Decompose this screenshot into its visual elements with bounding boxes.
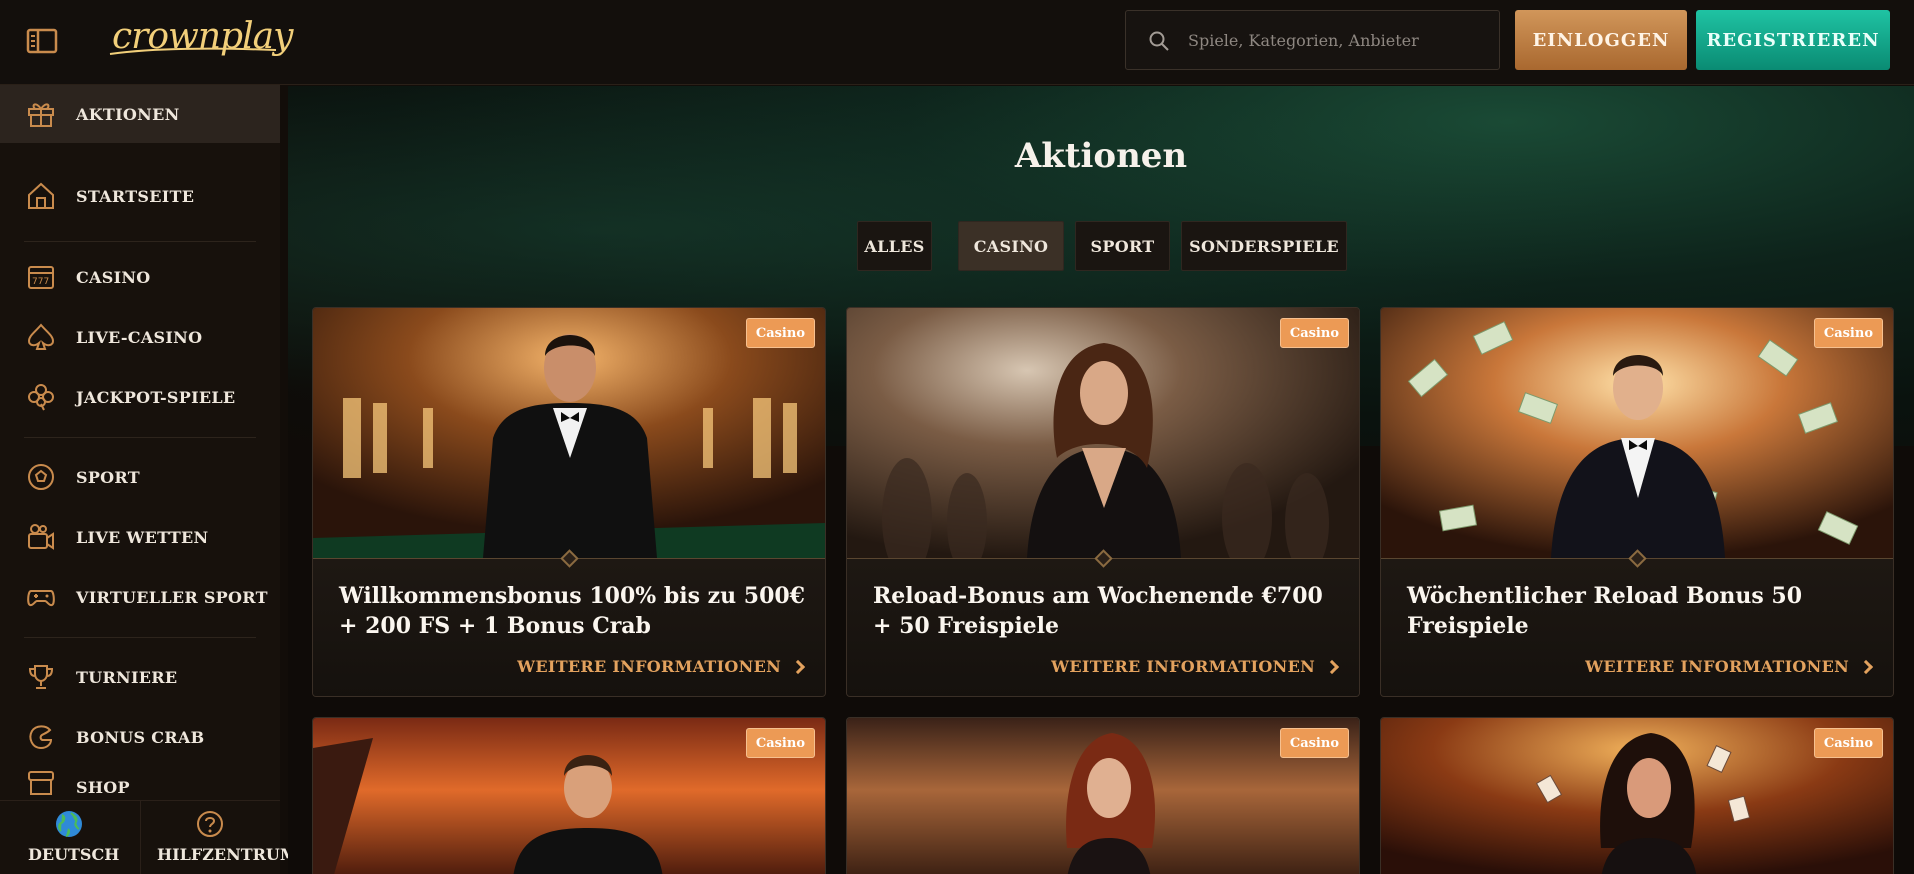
more-info-link[interactable]: WEITERE INFORMATIONEN [1051,657,1340,676]
category-badge: Casino [1813,318,1883,348]
sidebar-item-label: AKTIONEN [76,104,180,124]
sidebar-divider [24,437,256,438]
card-title: Reload-Bonus am Wochenende €700 + 50 Fre… [873,583,1323,639]
sidebar-item-label: JACKPOT-SPIELE [76,387,236,407]
category-badge: Casino [745,728,815,758]
sidebar-toggle-icon[interactable] [26,28,58,54]
sidebar-item-label: LIVE WETTEN [76,527,209,547]
clover-icon [28,384,54,411]
category-badge: Casino [1813,728,1883,758]
sidebar-divider [24,241,256,242]
chevron-right-icon [1858,659,1874,674]
search-icon [1149,31,1169,51]
home-icon [28,182,54,209]
language-label: DEUTSCH [28,845,120,864]
card-title: Willkommensbonus 100% bis zu 500€ + 200 … [339,583,805,639]
promo-card[interactable]: Casino Willkommensbonus 100% bis zu 500€… [312,307,826,697]
promo-card[interactable]: Casino Reload-Bonus am Wochenende €700 +… [846,307,1360,697]
tab-alles[interactable]: ALLES [857,221,932,271]
chevron-right-icon [1324,659,1340,674]
card-title: Wöchentlicher Reload Bonus 50 Freispiele [1407,583,1803,639]
card-body: Willkommensbonus 100% bis zu 500€ + 200 … [313,549,825,696]
more-info-link[interactable]: WEITERE INFORMATIONEN [1585,657,1874,676]
trophy-icon [28,665,54,689]
page-title: Aktionen [1014,136,1188,176]
more-info-label: WEITERE INFORMATIONEN [1051,657,1315,676]
more-info-label: WEITERE INFORMATIONEN [1585,657,1849,676]
tab-sonderspiele[interactable]: SONDERSPIELE [1181,221,1347,271]
top-header: crownplay Spiele, Kategorien, Anbieter E… [0,0,1914,85]
search-input[interactable]: Spiele, Kategorien, Anbieter [1125,10,1500,70]
more-info-link[interactable]: WEITERE INFORMATIONEN [517,657,806,676]
language-selector[interactable]: DEUTSCH [0,801,140,874]
globe-icon [56,811,82,837]
chevron-right-icon [790,659,806,674]
promo-card[interactable]: Casino Wöchentlicher Reload Bonus 50 Fre… [1380,307,1894,697]
sidebar-item-label: SPORT [76,467,140,487]
help-center-label: HILFZENTRUM [157,845,298,864]
footer-divider [140,800,141,874]
sidebar-item-shop[interactable]: SHOP [0,768,280,802]
sidebar-item-label: SHOP [76,778,130,797]
register-button[interactable]: REGISTRIEREN [1696,10,1890,70]
help-center-link[interactable]: HILFZENTRUM [141,801,298,874]
sidebar-item-label: TURNIERE [76,667,178,687]
sidebar-item-live-casino[interactable]: LIVE-CASINO [0,308,280,366]
sidebar-item-label: LIVE-CASINO [76,327,203,347]
sidebar-item-jackpot-spiele[interactable]: JACKPOT-SPIELE [0,368,280,426]
sidebar-item-aktionen[interactable]: AKTIONEN [0,85,280,143]
category-badge: Casino [1279,728,1349,758]
sidebar-item-startseite[interactable]: STARTSEITE [0,167,280,225]
promo-card[interactable]: Casino [1380,717,1894,874]
gamepad-icon [27,590,55,607]
svg-text:777: 777 [32,277,49,287]
soccer-ball-icon [28,464,54,490]
sidebar-item-label: STARTSEITE [76,186,195,206]
search-placeholder: Spiele, Kategorien, Anbieter [1188,31,1419,50]
promo-card[interactable]: Casino [312,717,826,874]
tab-casino[interactable]: CASINO [958,221,1064,271]
more-info-label: WEITERE INFORMATIONEN [517,657,781,676]
tab-sport[interactable]: SPORT [1075,221,1170,271]
slot-machine-icon: 777 [28,266,54,289]
sidebar-item-bonus-crab[interactable]: BONUS CRAB [0,708,280,766]
gift-icon [28,103,54,127]
camera-icon [28,524,54,550]
sidebar-item-label: BONUS CRAB [76,727,205,747]
card-body: Wöchentlicher Reload Bonus 50 Freispiele… [1381,549,1893,696]
sidebar-item-casino[interactable]: 777 CASINO [0,248,280,306]
sidebar-item-turniere[interactable]: TURNIERE [0,648,280,706]
sidebar-item-live-wetten[interactable]: LIVE WETTEN [0,508,280,566]
category-badge: Casino [745,318,815,348]
sidebar: AKTIONEN STARTSEITE 777 CASINO LIVE-CASI… [0,85,280,874]
promo-card[interactable]: Casino [846,717,1360,874]
login-button[interactable]: EINLOGGEN [1515,10,1687,70]
crab-claw-icon [29,725,53,750]
card-body: Reload-Bonus am Wochenende €700 + 50 Fre… [847,549,1359,696]
shop-icon [28,771,54,795]
logo-swoosh-icon [109,47,277,55]
sidebar-item-sport[interactable]: SPORT [0,448,280,506]
sidebar-divider [24,637,256,638]
main-content: Aktionen ALLES CASINO SPORT SONDERSPIELE [288,86,1914,874]
sidebar-item-label: VIRTUELLER SPORT [76,587,268,607]
sidebar-item-label: CASINO [76,267,151,287]
category-badge: Casino [1279,318,1349,348]
help-icon [197,811,223,837]
spade-icon [27,323,55,350]
sidebar-item-virtueller-sport[interactable]: VIRTUELLER SPORT [0,568,280,626]
